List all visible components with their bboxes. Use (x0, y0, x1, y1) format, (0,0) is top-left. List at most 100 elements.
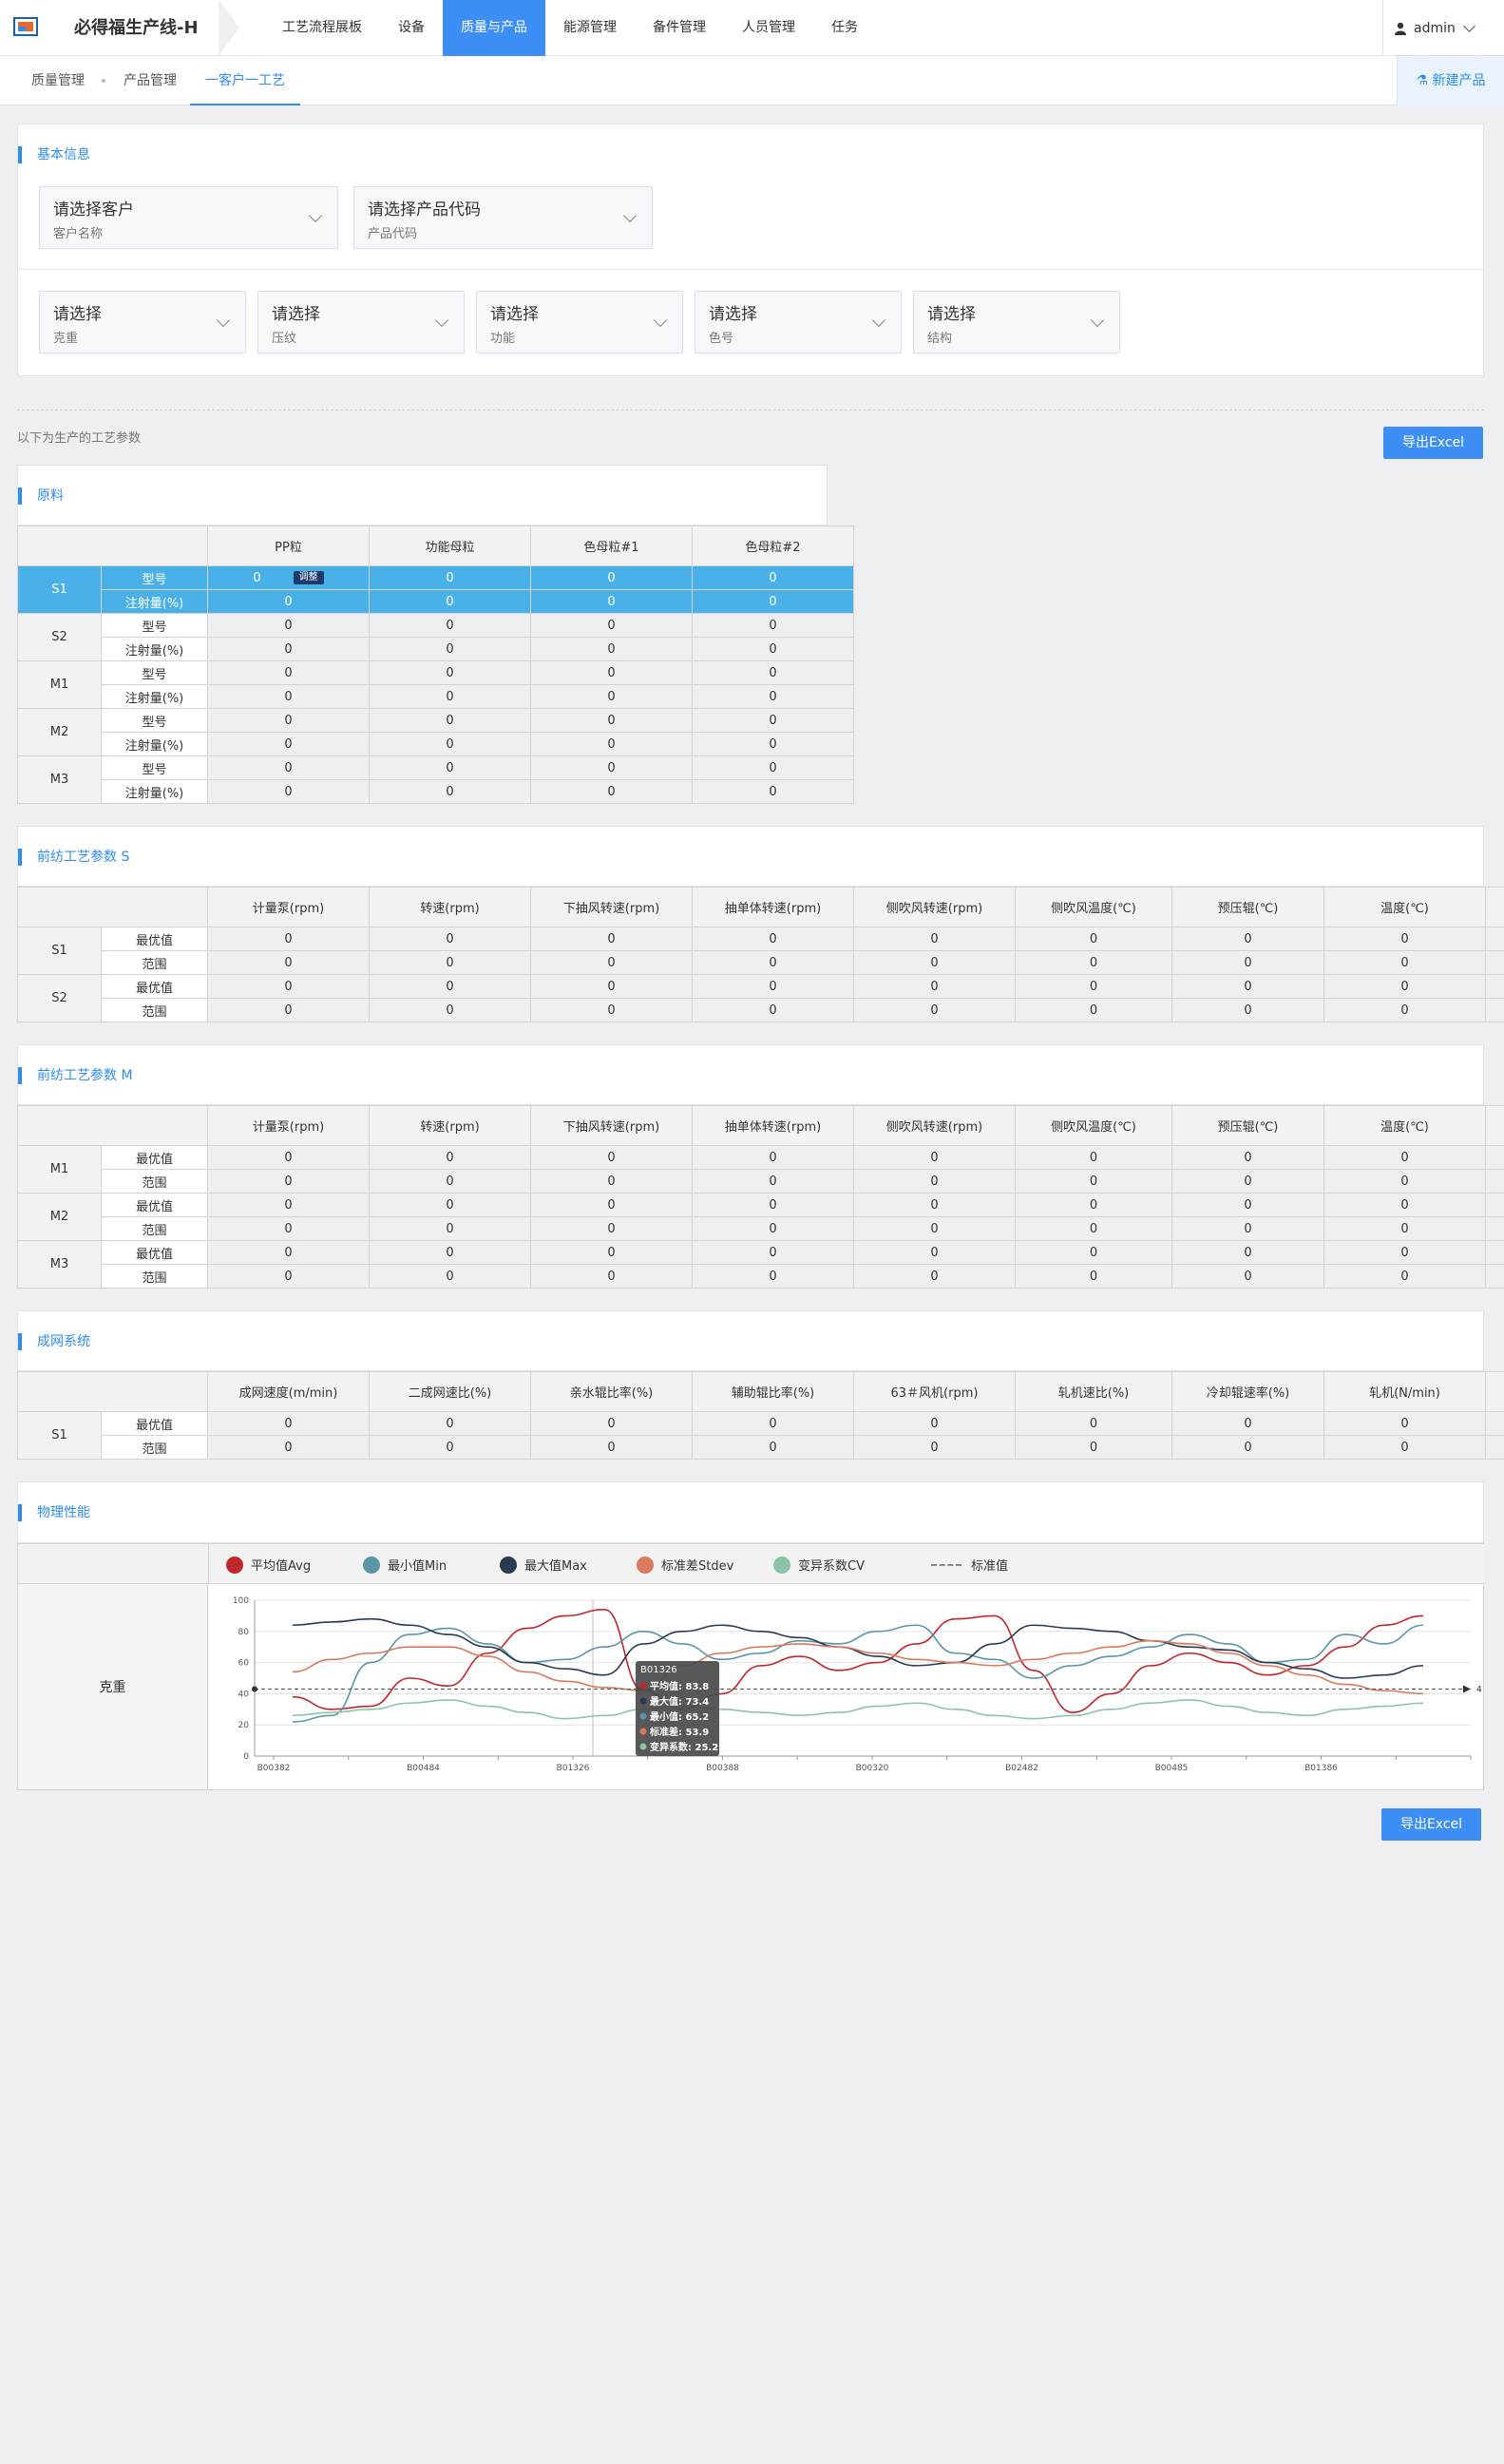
nav-item-equipment[interactable]: 设备 (380, 0, 443, 56)
cell-value[interactable]: 0 (530, 926, 693, 951)
cell-value[interactable]: 0 (530, 660, 693, 685)
cell-value[interactable]: 0 (207, 1169, 370, 1194)
cell-value[interactable]: 0 (692, 1193, 854, 1217)
function-select[interactable]: 请选择 功能 (476, 291, 683, 353)
legend-item-reference[interactable]: 标准值 (931, 1556, 1008, 1574)
table-row[interactable]: 范围 0 0 0 0 0 0 0 0 (18, 1435, 1504, 1460)
cell-value[interactable]: 0 (692, 926, 854, 951)
cell-value[interactable]: 0 (1323, 1169, 1486, 1194)
cell-value[interactable]: 0 (1015, 1216, 1172, 1241)
cell-value[interactable]: 0 (530, 1193, 693, 1217)
table-row[interactable]: S2 型号 0 0 0 0 (17, 613, 854, 661)
cell-value[interactable]: 0 (1171, 950, 1324, 975)
cell-value[interactable]: 0 (369, 1435, 531, 1460)
cell-value[interactable]: 0 (207, 1145, 370, 1170)
table-row[interactable]: 注射量(%) 0 0 0 0 (18, 732, 854, 756)
nav-item-process-board[interactable]: 工艺流程展板 (264, 0, 380, 56)
cell-value[interactable]: 0 (369, 974, 531, 999)
cell-value[interactable]: 0 (1015, 1169, 1172, 1194)
cell-value[interactable]: 0 (207, 1240, 370, 1265)
cell-value[interactable]: 0 (530, 779, 693, 804)
table-row[interactable]: M3 最优值 0 0 0 0 0 0 0 0 (17, 1240, 1504, 1289)
cell-value[interactable]: 0 (369, 660, 531, 685)
cell-value[interactable]: 0 (853, 1411, 1016, 1436)
table-row[interactable]: 范围 0 0 0 0 0 0 0 0 (18, 950, 1504, 975)
cell-value[interactable]: 0 (1171, 926, 1324, 951)
cell-value[interactable]: 0 (1015, 1411, 1172, 1436)
cell-value[interactable]: 0 (1015, 974, 1172, 999)
cell-value[interactable]: 0 (1323, 998, 1486, 1022)
cell-value[interactable]: 0 (1323, 950, 1486, 975)
cell-value[interactable]: 0 (1323, 926, 1486, 951)
cell-value[interactable]: 0 (207, 1411, 370, 1436)
cell-value[interactable]: 0 (369, 613, 531, 638)
cell-value[interactable]: 0 (530, 1411, 693, 1436)
cell-value[interactable]: 0 (692, 589, 854, 614)
cell-value[interactable]: 0 (692, 613, 854, 638)
cell-value[interactable]: 0 (530, 1435, 693, 1460)
cell-value[interactable]: 0 (369, 1240, 531, 1265)
cell-value[interactable]: 0 (530, 708, 693, 733)
cell-value[interactable]: 0 (369, 684, 531, 709)
table-row[interactable]: M1 最优值 0 0 0 0 0 0 0 0 (17, 1145, 1504, 1194)
cell-value[interactable]: 0 (530, 1145, 693, 1170)
cell-value[interactable]: 0 (853, 1169, 1016, 1194)
cell-value[interactable]: 0 (692, 1240, 854, 1265)
weight-select[interactable]: 请选择 克重 (39, 291, 246, 353)
cell-value[interactable]: 0 (692, 732, 854, 756)
cell-value[interactable]: 0 (369, 1216, 531, 1241)
cell-value[interactable]: 0 (207, 1216, 370, 1241)
table-row[interactable]: 注射量(%) 0 0 0 0 (18, 684, 854, 709)
cell-value[interactable]: 0 (692, 779, 854, 804)
cell-value[interactable]: 0 (853, 1435, 1016, 1460)
cell-value[interactable]: 0 (369, 708, 531, 733)
product-code-select[interactable]: 请选择产品代码 产品代码 (353, 186, 653, 249)
user-menu[interactable]: admin (1382, 0, 1504, 56)
cell-value[interactable]: 0 调整 (207, 565, 370, 590)
cell-value[interactable]: 0 (1015, 926, 1172, 951)
cell-value[interactable]: 0 (530, 1169, 693, 1194)
cell-value[interactable]: 0 (1171, 1145, 1324, 1170)
cell-value[interactable]: 0 (369, 1169, 531, 1194)
cell-value[interactable]: 0 (207, 950, 370, 975)
cell-value[interactable]: 0 (207, 926, 370, 951)
cell-value[interactable]: 0 (1323, 1240, 1486, 1265)
cell-value[interactable]: 0 (1171, 1411, 1324, 1436)
cell-value[interactable]: 0 (692, 1264, 854, 1289)
cell-value[interactable]: 0 (530, 637, 693, 661)
export-excel-button[interactable]: 导出Excel (1383, 427, 1483, 459)
cell-value[interactable]: 0 (1171, 1216, 1324, 1241)
cell-value[interactable]: 0 (692, 974, 854, 999)
nav-item-tasks[interactable]: 任务 (813, 0, 876, 56)
cell-value[interactable]: 0 (1015, 950, 1172, 975)
cell-value[interactable]: 0 (530, 950, 693, 975)
table-row[interactable]: 范围 0 0 0 0 0 0 0 0 (18, 1264, 1504, 1289)
cell-value[interactable]: 0 (530, 684, 693, 709)
cell-value[interactable]: 0 (853, 950, 1016, 975)
cell-value[interactable]: 0 (369, 998, 531, 1022)
new-product-button[interactable]: ⚗ 新建产品 (1397, 56, 1504, 105)
cell-value[interactable]: 0 (692, 1435, 854, 1460)
cell-value[interactable]: 0 (692, 684, 854, 709)
cell-value[interactable]: 0 (369, 779, 531, 804)
cell-value[interactable]: 0 (207, 779, 370, 804)
legend-item-stdev[interactable]: 标准差Stdev (637, 1556, 733, 1574)
cell-value[interactable]: 0 (692, 1411, 854, 1436)
cell-value[interactable]: 0 (1015, 1435, 1172, 1460)
table-row[interactable]: M2 最优值 0 0 0 0 0 0 0 0 (17, 1193, 1504, 1241)
cell-value[interactable]: 0 (207, 1435, 370, 1460)
cell-value[interactable]: 0 (1323, 1193, 1486, 1217)
cell-value[interactable]: 0 (207, 660, 370, 685)
cell-value[interactable]: 0 (207, 974, 370, 999)
cell-value[interactable]: 0 (1015, 998, 1172, 1022)
cell-value[interactable]: 0 (853, 1264, 1016, 1289)
cell-value[interactable]: 0 (207, 637, 370, 661)
crumb-customer-process[interactable]: 一客户一工艺 (190, 56, 300, 105)
cell-value[interactable]: 0 (369, 1264, 531, 1289)
cell-value[interactable]: 0 (530, 565, 693, 590)
export-excel-button-bottom[interactable]: 导出Excel (1381, 1808, 1481, 1841)
adjust-button[interactable]: 调整 (293, 571, 324, 584)
table-row[interactable]: 注射量(%) 0 0 0 0 (18, 589, 854, 614)
table-row[interactable]: M3 型号 0 0 0 0 (17, 755, 854, 804)
cell-value[interactable]: 0 (692, 708, 854, 733)
